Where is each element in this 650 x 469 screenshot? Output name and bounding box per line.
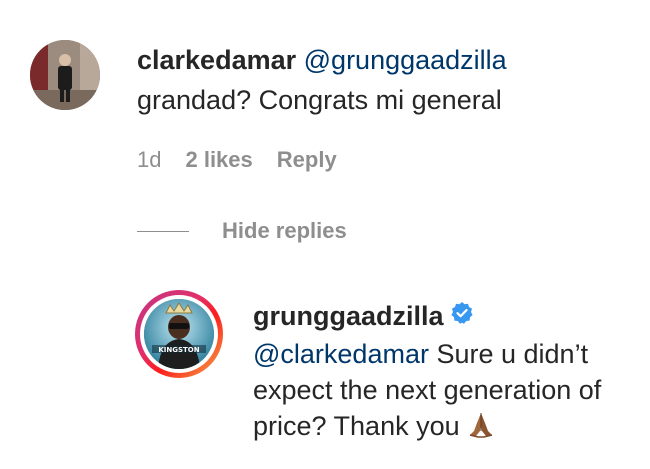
replies-divider <box>137 231 189 232</box>
user-photo-icon <box>30 40 100 110</box>
comment-time[interactable]: 1d <box>137 147 161 172</box>
verified-badge-icon <box>450 298 474 334</box>
comment-header: clarkedamar @grunggaadzilla <box>137 42 507 78</box>
reply-avatar[interactable]: KINGSTON <box>144 299 214 369</box>
hide-replies-button[interactable]: Hide replies <box>222 216 347 246</box>
reply-button[interactable]: Reply <box>277 147 337 172</box>
reply-header: grunggaadzilla <box>253 298 474 334</box>
comment-meta: 1d 2 likes Reply <box>137 145 361 175</box>
reply-username[interactable]: grunggaadzilla <box>253 301 444 331</box>
comment-username[interactable]: clarkedamar <box>137 45 296 75</box>
comment-likes[interactable]: 2 likes <box>185 147 252 172</box>
commenter-avatar[interactable] <box>30 40 100 110</box>
comment-text: grandad? Congrats mi general <box>137 85 502 115</box>
avatar-caption: KINGSTON <box>158 346 199 354</box>
comment-mention[interactable]: @grunggaadzilla <box>304 45 507 75</box>
user-photo-icon: KINGSTON <box>144 299 214 369</box>
reply-text: @clarkedamar Sure u didn’t expect the ne… <box>253 336 633 448</box>
praying-hands-icon <box>466 409 496 448</box>
reply-mention[interactable]: @clarkedamar <box>253 339 429 369</box>
